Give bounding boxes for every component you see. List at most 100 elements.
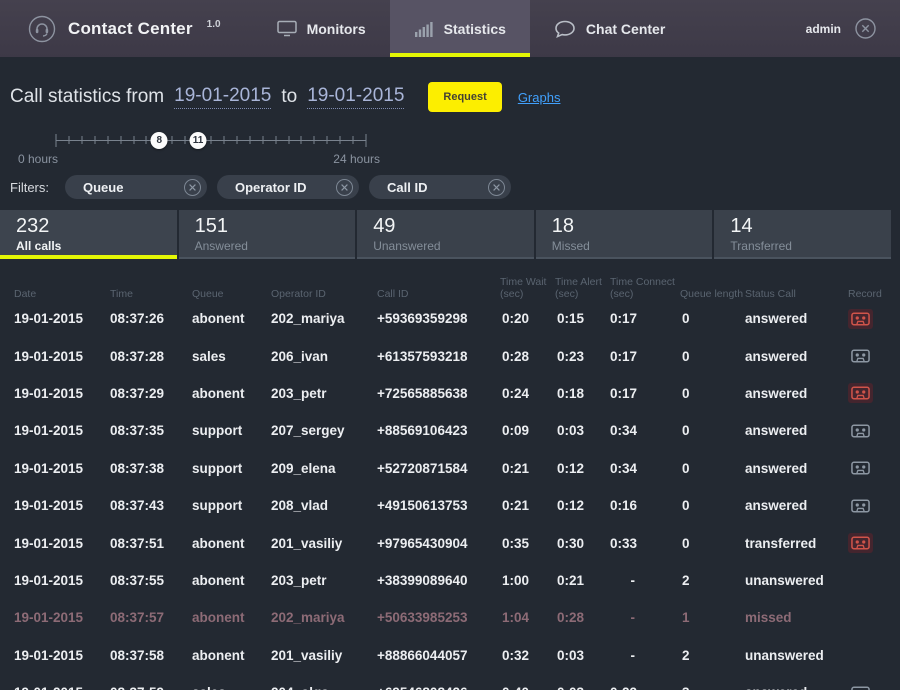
filter-queue-clear-icon[interactable] <box>184 179 201 196</box>
username: admin <box>806 22 841 36</box>
slider-tick <box>327 136 328 144</box>
cell-time-wait: 0:28 <box>500 349 555 364</box>
slider-labels: 0 hours 24 hours <box>18 152 380 166</box>
cell-time-alert: 0:12 <box>555 461 610 476</box>
card-all-calls-value: 232 <box>16 215 177 238</box>
cell-time-connect: 0:17 <box>610 311 680 326</box>
cell-call-id: +69546808426 <box>377 685 500 690</box>
cell-time-alert: 0:18 <box>555 386 610 401</box>
column-header-queue: Queue <box>192 288 271 300</box>
cell-status: unanswered <box>745 648 848 663</box>
slider-tick <box>288 136 289 144</box>
filter-chip-call-id[interactable]: Call ID <box>369 175 511 199</box>
record-cassette-icon[interactable] <box>848 383 873 403</box>
card-all-calls[interactable]: 232 All calls <box>0 210 177 259</box>
filter-chip-operator-id[interactable]: Operator ID <box>217 175 359 199</box>
cell-queue: abonent <box>192 386 271 401</box>
cell-operator-id: 204_olga <box>271 685 377 690</box>
slider-tick <box>81 136 82 144</box>
table-row: 19-01-201508:37:51abonent201_vasiliy+979… <box>0 524 900 561</box>
record-cassette-icon[interactable] <box>848 421 873 441</box>
record-cassette-icon[interactable] <box>848 683 873 690</box>
chat-bubble-icon <box>554 20 576 38</box>
slider-track[interactable]: 811 <box>56 140 366 141</box>
slider-handle-from[interactable]: 8 <box>151 132 168 149</box>
call-statistics-table: DateTimeQueueOperator IDCall IDTime Wait… <box>0 272 900 690</box>
cell-status: unanswered <box>745 573 848 588</box>
cell-time-alert: 0:03 <box>555 648 610 663</box>
date-to-picker[interactable]: 19-01-2015 <box>307 85 404 109</box>
cell-status: transferred <box>745 536 848 551</box>
card-transferred[interactable]: 14 Transferred <box>714 210 891 259</box>
filter-operator-id-clear-icon[interactable] <box>336 179 353 196</box>
cell-record <box>848 309 886 329</box>
graphs-link[interactable]: Graphs <box>518 90 561 105</box>
cell-operator-id: 203_petr <box>271 573 377 588</box>
cell-status: missed <box>745 610 848 625</box>
card-answered-value: 151 <box>195 215 356 238</box>
request-button[interactable]: Request <box>428 82 501 112</box>
record-cassette-icon[interactable] <box>848 458 873 478</box>
cell-call-id: +88569106423 <box>377 423 500 438</box>
card-unanswered-value: 49 <box>373 215 534 238</box>
cell-queue: abonent <box>192 648 271 663</box>
column-header-call-id: Call ID <box>377 288 500 300</box>
record-cassette-icon[interactable] <box>848 309 873 329</box>
stats-header: Call statistics from 19-01-2015 to 19-01… <box>10 82 900 112</box>
card-unanswered[interactable]: 49 Unanswered <box>357 210 534 259</box>
card-answered[interactable]: 151 Answered <box>179 210 356 259</box>
slider-handle-to[interactable]: 11 <box>190 132 207 149</box>
slider-tick <box>211 136 212 144</box>
cell-time-alert: 0:21 <box>555 573 610 588</box>
slider-tick <box>301 136 302 144</box>
title-to-word: to <box>281 86 297 108</box>
table-row: 19-01-201508:37:35support207_sergey+8856… <box>0 412 900 449</box>
column-header-queue-length: Queue length <box>680 288 745 300</box>
cell-call-id: +38399089640 <box>377 573 500 588</box>
tab-statistics[interactable]: Statistics <box>390 0 530 57</box>
cell-queue: abonent <box>192 536 271 551</box>
filter-chip-queue[interactable]: Queue <box>65 175 207 199</box>
card-unanswered-label: Unanswered <box>373 239 534 253</box>
cell-time-wait: 0:32 <box>500 648 555 663</box>
slider-tick <box>223 136 224 144</box>
tab-monitors[interactable]: Monitors <box>253 0 390 57</box>
cell-queue-length: 0 <box>680 386 745 401</box>
cell-operator-id: 202_mariya <box>271 311 377 326</box>
filter-chip-operator-id-label: Operator ID <box>235 180 336 195</box>
record-cassette-icon[interactable] <box>848 533 873 553</box>
app-title: Contact Center <box>68 19 193 39</box>
record-cassette-icon[interactable] <box>848 346 873 366</box>
cell-operator-id: 207_sergey <box>271 423 377 438</box>
tab-monitors-label: Monitors <box>307 21 366 37</box>
column-header-date: Date <box>14 288 110 300</box>
cell-time-connect: 0:17 <box>610 386 680 401</box>
cell-queue-length: 0 <box>680 498 745 513</box>
record-cassette-icon[interactable] <box>848 496 873 516</box>
cell-operator-id: 209_elena <box>271 461 377 476</box>
filter-call-id-clear-icon[interactable] <box>488 179 505 196</box>
table-row: 19-01-201508:37:57abonent202_mariya+5063… <box>0 599 900 636</box>
column-header-time-alert: Time Alert(sec) <box>555 276 610 300</box>
card-missed[interactable]: 18 Missed <box>536 210 713 259</box>
cell-time-wait: 0:09 <box>500 423 555 438</box>
tab-chat-center[interactable]: Chat Center <box>530 0 689 57</box>
card-answered-label: Answered <box>195 239 356 253</box>
cell-date: 19-01-2015 <box>14 685 110 690</box>
cell-time: 08:37:26 <box>110 311 192 326</box>
brand-logo[interactable]: Contact Center 1.0 <box>0 0 235 57</box>
column-header-record: Record <box>848 288 886 300</box>
cell-time-alert: 0:03 <box>555 685 610 690</box>
cell-time: 08:37:35 <box>110 423 192 438</box>
cell-time-connect: 0:34 <box>610 423 680 438</box>
cell-queue: support <box>192 423 271 438</box>
cell-queue-length: 3 <box>680 685 745 690</box>
date-from-picker[interactable]: 19-01-2015 <box>174 85 271 109</box>
cell-queue-length: 0 <box>680 349 745 364</box>
top-nav: Contact Center 1.0 Monitors Statistics <box>0 0 900 57</box>
cell-call-id: +50633985253 <box>377 610 500 625</box>
cell-status: answered <box>745 498 848 513</box>
logout-icon[interactable] <box>855 18 876 39</box>
filter-chip-call-id-label: Call ID <box>387 180 488 195</box>
cell-time: 08:37:59 <box>110 685 192 690</box>
